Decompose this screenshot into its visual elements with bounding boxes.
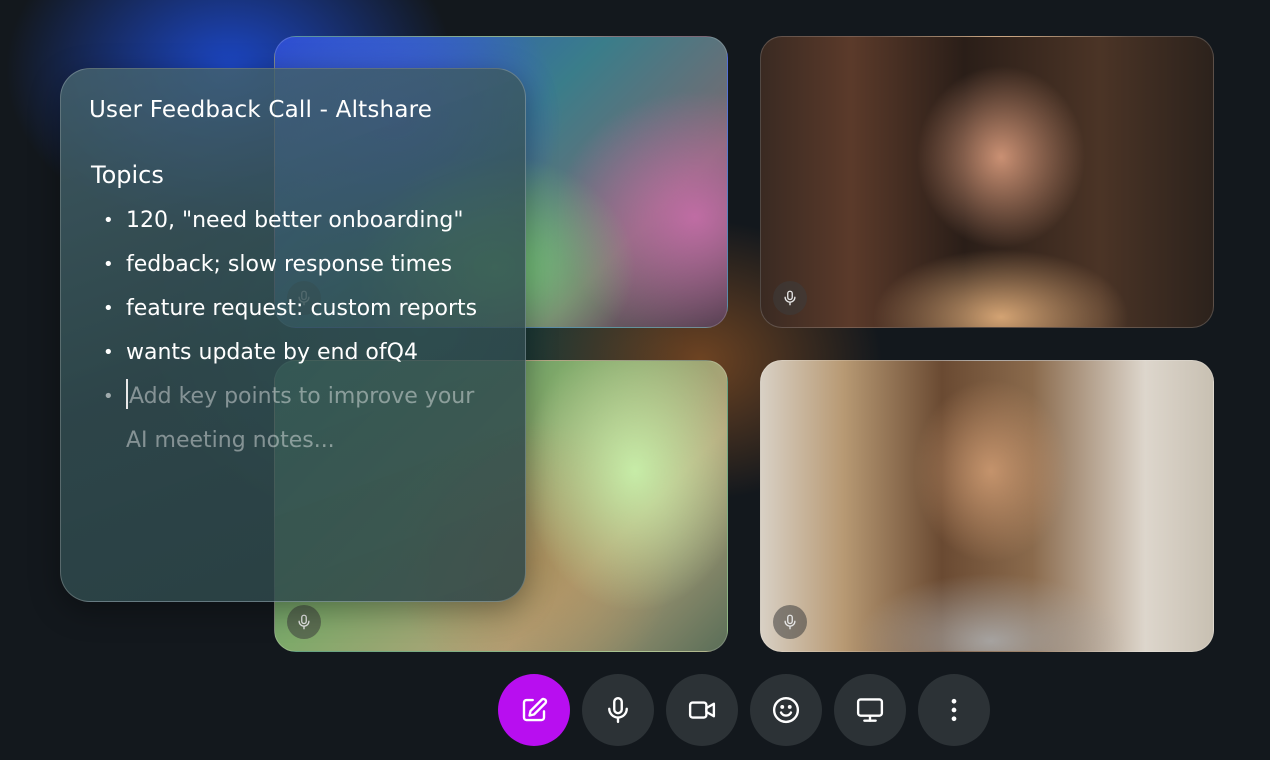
meeting-notes-panel: User Feedback Call - Altshare Topics 120… bbox=[60, 68, 526, 602]
notes-input-placeholder: Add key points to improve your AI meetin… bbox=[126, 384, 475, 453]
mic-icon bbox=[773, 281, 807, 315]
mic-icon bbox=[287, 605, 321, 639]
mic-icon bbox=[773, 605, 807, 639]
text-caret bbox=[126, 379, 128, 409]
note-item[interactable]: fedback; slow response times bbox=[89, 243, 501, 287]
microphone-button[interactable] bbox=[582, 674, 654, 746]
notes-input[interactable]: Add key points to improve your AI meetin… bbox=[89, 375, 501, 463]
screen-share-button[interactable] bbox=[834, 674, 906, 746]
note-item[interactable]: wants update by end ofQ4 bbox=[89, 331, 501, 375]
camera-button[interactable] bbox=[666, 674, 738, 746]
meeting-controls bbox=[498, 674, 990, 746]
note-item[interactable]: 120, "need better onboarding" bbox=[89, 199, 501, 243]
more-options-button[interactable] bbox=[918, 674, 990, 746]
reactions-button[interactable] bbox=[750, 674, 822, 746]
participant-tile-4[interactable] bbox=[760, 360, 1214, 652]
more-vertical-icon bbox=[951, 698, 957, 722]
screen-share-icon bbox=[856, 698, 884, 722]
meeting-stage: User Feedback Call - Altshare Topics 120… bbox=[0, 0, 1270, 760]
camera-icon bbox=[688, 701, 716, 719]
notes-heading: Topics bbox=[91, 161, 164, 189]
notes-title: User Feedback Call - Altshare bbox=[89, 97, 433, 123]
notes-button[interactable] bbox=[498, 674, 570, 746]
emoji-icon bbox=[772, 696, 800, 724]
note-item[interactable]: feature request: custom reports bbox=[89, 287, 501, 331]
notes-list: 120, "need better onboarding" fedback; s… bbox=[89, 199, 501, 375]
edit-notes-icon bbox=[522, 697, 548, 722]
participant-tile-2[interactable] bbox=[760, 36, 1214, 328]
microphone-icon bbox=[608, 696, 628, 724]
